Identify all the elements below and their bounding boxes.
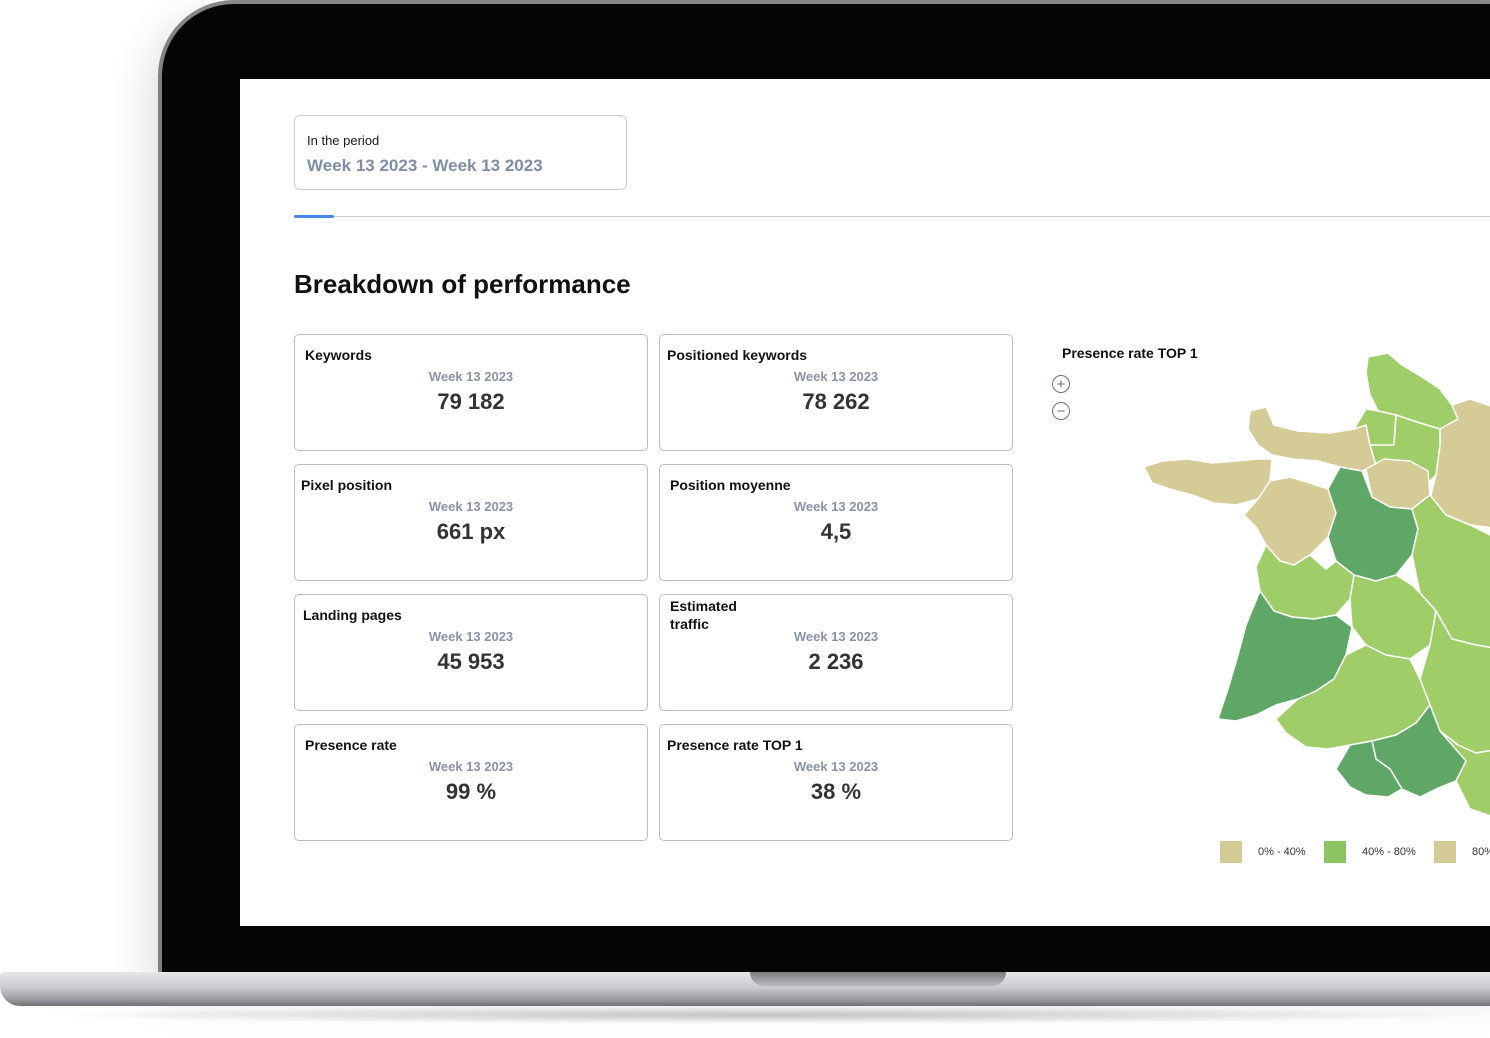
laptop-base [0,972,1490,1006]
card-title: Presence rate [305,737,397,753]
card-title: Keywords [305,347,372,363]
laptop-base-notch [750,972,1006,986]
period-selector[interactable]: In the period Week 13 2023 - Week 13 202… [294,115,627,190]
legend-swatch [1324,841,1346,863]
kpi-card-positioned-keywords[interactable]: Positioned keywords Week 13 2023 78 262 [659,334,1013,451]
card-title: Landing pages [303,607,402,623]
card-title: Positioned keywords [667,347,808,363]
period-value: Week 13 2023 - Week 13 2023 [307,156,543,175]
legend-label: 0% - 40% [1258,846,1306,858]
kpi-card-pixel-position[interactable]: Pixel position Week 13 2023 661 px [294,464,648,581]
kpi-card-keywords[interactable]: Keywords Week 13 2023 79 182 [294,334,648,451]
card-title: Pixel position [301,477,393,493]
kpi-card-presence-rate[interactable]: Presence rate Week 13 2023 99 % [294,724,648,841]
card-week: Week 13 2023 [428,629,514,644]
kpi-card-estimated-traffic[interactable]: Estimated traffic Week 13 2023 2 236 [659,594,1013,711]
legend-swatch [1434,841,1456,863]
kpi-card-position-moyenne[interactable]: Position moyenne Week 13 2023 4,5 [659,464,1013,581]
legend-label: 80% [1472,846,1490,858]
card-value: 2 236 [808,649,864,674]
card-title: Presence rate TOP 1 [667,737,803,753]
period-label: In the period [307,133,380,148]
zoom-in-button[interactable]: + [1052,375,1070,393]
section-title: Breakdown of performance [294,269,631,299]
zoom-out-button[interactable]: − [1052,402,1070,420]
card-week: Week 13 2023 [428,499,514,514]
card-value: 79 182 [437,389,505,414]
card-title: Position moyenne [670,477,791,493]
active-tab-indicator [294,215,334,218]
card-week: Week 13 2023 [793,499,879,514]
card-week: Week 13 2023 [793,629,879,644]
kpi-card-landing-pages[interactable]: Landing pages Week 13 2023 45 953 [294,594,648,711]
laptop-screen: In the period Week 13 2023 - Week 13 202… [240,79,1490,926]
card-week: Week 13 2023 [428,759,514,774]
card-week: Week 13 2023 [428,369,514,384]
legend-swatch [1220,841,1242,863]
tab-divider [294,216,1490,217]
card-value: 661 px [436,519,506,544]
france-region-map[interactable] [1140,349,1490,819]
map-region [1143,458,1273,506]
card-value: 45 953 [437,649,505,674]
card-value: 78 262 [802,389,870,414]
kpi-card-presence-rate-top1[interactable]: Presence rate TOP 1 Week 13 2023 38 % [659,724,1013,841]
card-value: 99 % [445,779,497,804]
card-value: 38 % [810,779,862,804]
card-value: 4,5 [820,519,852,544]
card-week: Week 13 2023 [793,369,879,384]
card-week: Week 13 2023 [793,759,879,774]
card-title: Estimated traffic [670,598,737,632]
legend-label: 40% - 80% [1362,846,1416,858]
laptop-shadow [30,1006,1490,1024]
